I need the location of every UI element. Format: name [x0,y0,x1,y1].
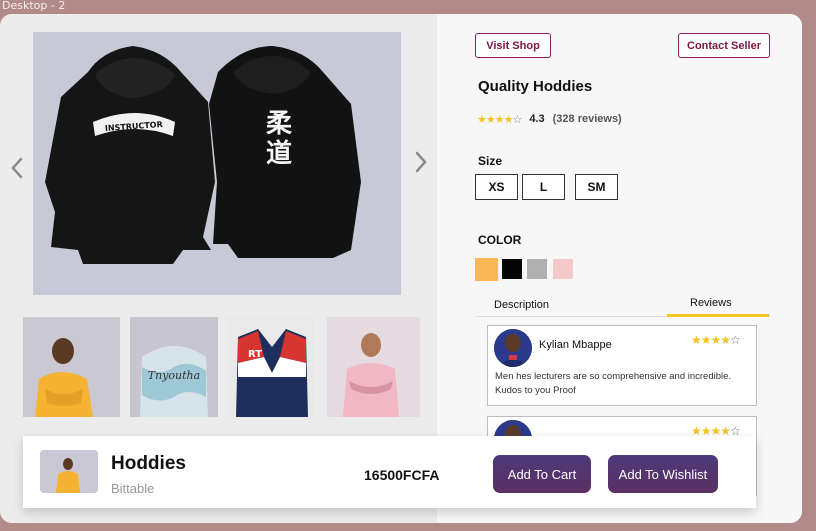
size-option-xs[interactable]: XS [475,174,518,200]
rating-row: ★★★★☆ 4.3 (328 reviews) [477,112,622,126]
tab-description[interactable]: Description [494,299,549,311]
chevron-right-icon[interactable] [411,147,431,177]
color-swatch-black[interactable] [502,259,522,279]
cart-bar-thumbnail [40,450,98,493]
thumbnail-3[interactable]: RT [228,317,315,417]
price: 16500FCFA [364,467,440,483]
size-option-l[interactable]: L [522,174,565,200]
star-icon: ★★★★ [477,113,513,126]
tab-active-indicator [667,314,769,317]
color-swatch-gray[interactable] [527,259,547,279]
add-to-cart-button[interactable]: Add To Cart [493,455,591,493]
reviews-count: (328 reviews) [552,113,622,125]
color-label: COLOR [478,233,522,247]
product-title: Quality Hoddies [478,78,593,95]
thumbnail-2[interactable]: Tnyoutha [130,317,218,417]
reviewer-name: Kylian Mbappe [539,339,612,351]
hoodies-illustration: INSTRUCTOR 柔 道 [33,32,401,295]
star-icon-empty: ☆ [512,113,522,126]
frame-label: Desktop - 2 [2,0,66,12]
cart-bar-title: Hoddies [111,453,186,474]
review-stars: ★★★★☆ [691,333,741,347]
size-option-sm[interactable]: SM [575,174,618,200]
thumbnail-1[interactable] [23,317,120,417]
avatar [494,329,532,367]
review-text: Men hes lecturers are so comprehensive a… [495,371,732,396]
review-card: Kylian Mbappe ★★★★☆ Men hes lecturers ar… [487,325,757,406]
svg-text:Tnyoutha: Tnyoutha [148,369,200,382]
contact-seller-button[interactable]: Contact Seller [678,33,770,58]
rating-value: 4.3 [529,113,545,125]
color-swatch-orange[interactable] [475,258,498,281]
thumbnail-4[interactable] [327,317,420,417]
tab-reviews[interactable]: Reviews [690,297,732,309]
visit-shop-button[interactable]: Visit Shop [475,33,551,58]
main-product-image[interactable]: INSTRUCTOR 柔 道 [33,32,401,295]
color-swatch-pink[interactable] [553,259,573,279]
size-label: Size [478,154,503,168]
chevron-left-icon[interactable] [7,153,27,183]
judo-kanji-bottom: 道 [266,138,292,169]
add-to-wishlist-button[interactable]: Add To Wishlist [608,455,718,493]
svg-text:RT: RT [248,349,262,360]
judo-kanji-top: 柔 [266,109,292,139]
rating-stars: ★★★★☆ [477,113,522,126]
cart-bar-subtitle: Bittable [111,481,155,496]
cart-bar: Hoddies Bittable 16500FCFA Add To Cart A… [23,436,756,508]
